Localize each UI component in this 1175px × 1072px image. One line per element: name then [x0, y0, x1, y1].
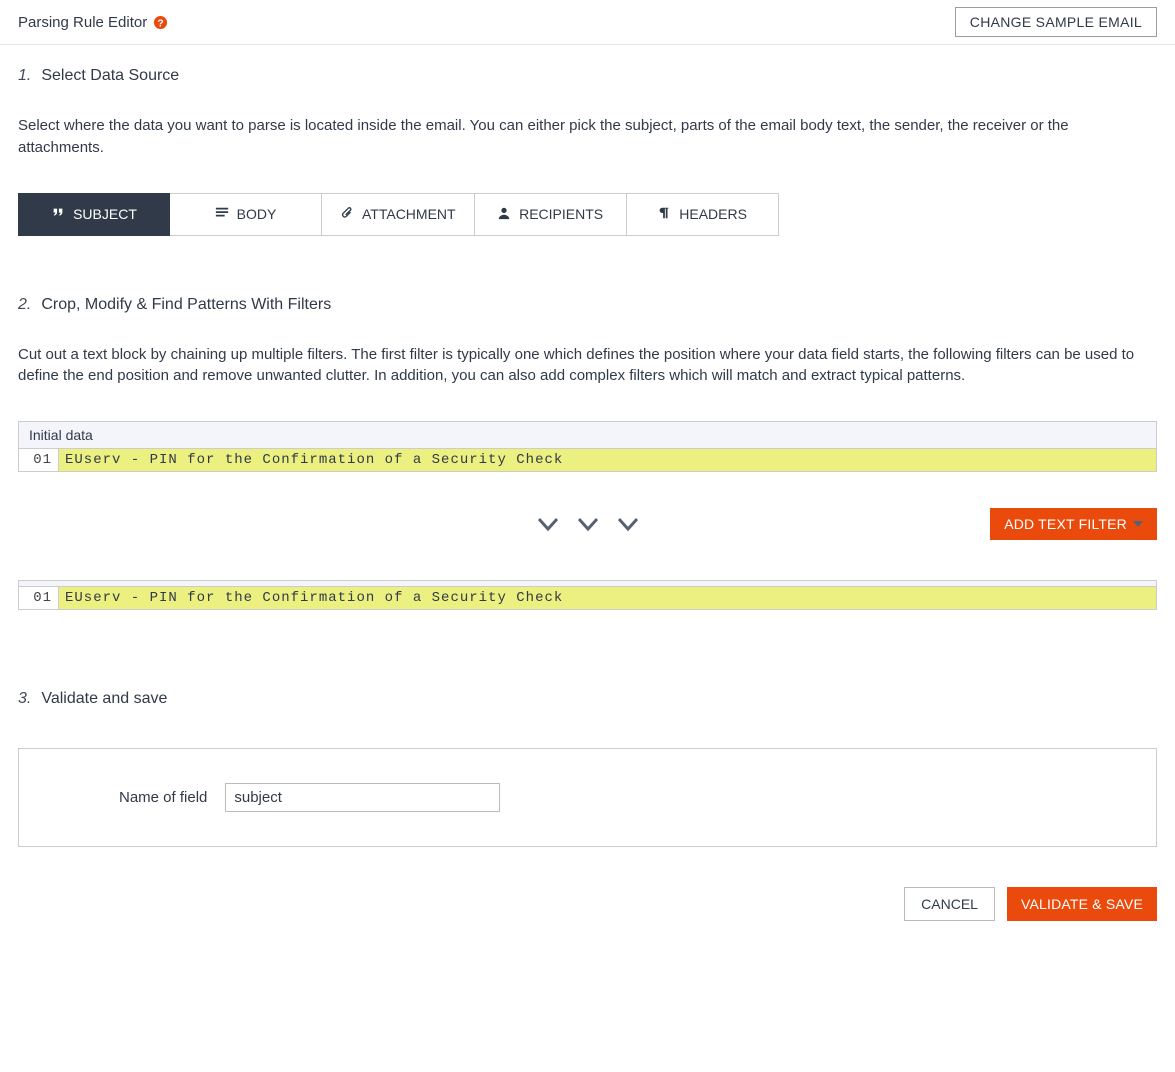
step3-title: Validate and save [41, 690, 167, 708]
line-text: EUserv - PIN for the Confirmation of a S… [59, 587, 1156, 609]
line-text: EUserv - PIN for the Confirmation of a S… [59, 449, 1156, 471]
cancel-button[interactable]: CANCEL [904, 887, 995, 921]
step2-number: 2. [18, 296, 31, 314]
page-title: Parsing Rule Editor ? [18, 14, 168, 31]
validate-save-button[interactable]: VALIDATE & SAVE [1007, 887, 1157, 921]
initial-data-header: Initial data [19, 422, 1156, 449]
add-text-filter-label: ADD TEXT FILTER [1004, 516, 1127, 532]
result-data-line: 01 EUserv - PIN for the Confirmation of … [19, 587, 1156, 609]
field-name-label: Name of field [119, 789, 207, 806]
initial-data-line: 01 EUserv - PIN for the Confirmation of … [19, 449, 1156, 471]
tab-recipients-label: RECIPIENTS [519, 206, 603, 222]
line-number: 01 [19, 449, 59, 471]
tab-attachment-label: ATTACHMENT [362, 206, 456, 222]
field-name-input[interactable] [225, 783, 500, 812]
initial-data-preview: Initial data 01 EUserv - PIN for the Con… [18, 421, 1157, 472]
change-sample-email-button[interactable]: CHANGE SAMPLE EMAIL [955, 7, 1157, 37]
tab-attachment[interactable]: ATTACHMENT [322, 193, 475, 236]
chevron-down-icon [536, 515, 560, 537]
user-icon [497, 206, 511, 223]
step3-number: 3. [18, 690, 31, 708]
tab-subject[interactable]: SUBJECT [18, 193, 170, 236]
tab-body-label: BODY [237, 206, 277, 222]
line-number: 01 [19, 587, 59, 609]
step1-title: Select Data Source [41, 67, 179, 85]
result-data-preview: 01 EUserv - PIN for the Confirmation of … [18, 580, 1157, 610]
step2-title: Crop, Modify & Find Patterns With Filter… [41, 296, 331, 314]
caret-down-icon [1133, 516, 1143, 532]
step2-description: Cut out a text block by chaining up mult… [18, 344, 1157, 388]
chevron-down-icon [576, 515, 600, 537]
tab-headers-label: HEADERS [679, 206, 747, 222]
page-title-text: Parsing Rule Editor [18, 14, 147, 31]
chevron-down-icon [616, 515, 640, 537]
pilcrow-icon [657, 206, 671, 223]
svg-text:?: ? [158, 18, 164, 29]
tab-headers[interactable]: HEADERS [627, 193, 779, 236]
step1-description: Select where the data you want to parse … [18, 115, 1157, 159]
tab-body[interactable]: BODY [170, 193, 322, 236]
quote-icon [51, 206, 65, 223]
tab-subject-label: SUBJECT [73, 206, 137, 222]
align-icon [215, 206, 229, 223]
help-icon[interactable]: ? [153, 15, 168, 30]
add-text-filter-button[interactable]: ADD TEXT FILTER [990, 508, 1157, 540]
tab-recipients[interactable]: RECIPIENTS [475, 193, 627, 236]
step1-number: 1. [18, 67, 31, 85]
paperclip-icon [340, 206, 354, 223]
validate-box: Name of field [18, 748, 1157, 847]
data-source-tabs: SUBJECT BODY ATTACHMENT RECIPIENTS HEADE… [18, 193, 1157, 236]
